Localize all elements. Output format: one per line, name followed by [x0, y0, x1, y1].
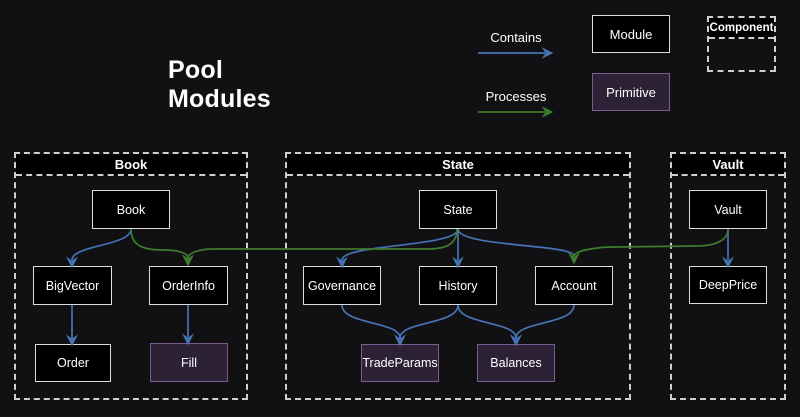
node-vault: Vault — [689, 190, 767, 229]
node-book: Book — [92, 190, 170, 229]
legend-processes-label: Processes — [478, 89, 554, 104]
pool-modules-diagram: Pool Modules Contains Processes Module P… — [0, 0, 800, 417]
legend-module-label: Module — [610, 27, 653, 42]
node-state: State — [419, 190, 497, 229]
node-governance: Governance — [303, 266, 381, 305]
node-balances: Balances — [477, 344, 555, 382]
node-bigvector: BigVector — [33, 266, 112, 305]
legend-component-label: Component — [709, 18, 774, 39]
node-tradeparams: TradeParams — [361, 344, 439, 382]
page-title: Pool Modules — [168, 56, 328, 114]
node-order: Order — [35, 344, 111, 382]
container-vault-title: Vault — [672, 154, 784, 176]
container-book-title: Book — [16, 154, 246, 176]
container-state-title: State — [287, 154, 629, 176]
node-deepprice: DeepPrice — [689, 266, 767, 304]
node-account: Account — [535, 266, 613, 305]
node-fill: Fill — [150, 343, 228, 382]
legend-component-swatch: Component — [707, 16, 776, 72]
node-orderinfo: OrderInfo — [149, 266, 228, 305]
legend-primitive-label: Primitive — [606, 85, 656, 100]
legend-primitive-swatch: Primitive — [592, 73, 670, 111]
node-history: History — [419, 266, 497, 305]
legend-contains-label: Contains — [478, 30, 554, 45]
legend-module-swatch: Module — [592, 15, 670, 53]
